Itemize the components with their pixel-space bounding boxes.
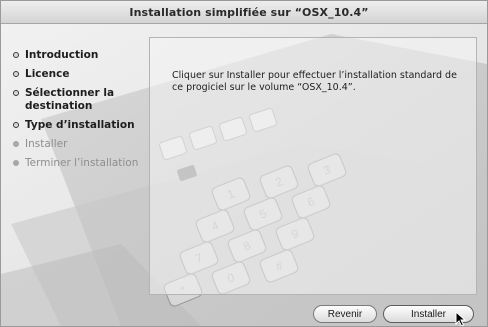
step-bullet-icon — [13, 90, 19, 96]
steps-sidebar: Introduction Licence Sélectionner la des… — [11, 49, 146, 176]
step-label: Type d’installation — [25, 119, 135, 131]
step-introduction: Introduction — [11, 49, 146, 62]
step-bullet-icon — [13, 52, 19, 58]
step-bullet-icon — [13, 160, 19, 166]
step-bullet-icon — [13, 71, 19, 77]
mouse-pointer-icon — [455, 311, 467, 326]
step-licence: Licence — [11, 68, 146, 81]
step-label: Licence — [25, 68, 70, 80]
window-title: Installation simplifiée sur “OSX_10.4” — [129, 6, 369, 19]
step-install: Installer — [11, 138, 146, 151]
step-bullet-icon — [13, 122, 19, 128]
step-finish: Terminer l’installation — [11, 157, 146, 170]
step-select-destination: Sélectionner la destination — [11, 87, 146, 113]
step-label: Installer — [25, 138, 68, 150]
step-label: Terminer l’installation — [25, 157, 139, 169]
content-panel: Cliquer sur Installer pour effectuer l’i… — [149, 37, 477, 295]
back-button[interactable]: Revenir — [313, 305, 377, 323]
install-message: Cliquer sur Installer pour effectuer l’i… — [172, 70, 457, 93]
step-label: Introduction — [25, 49, 99, 61]
installer-window: Installation simplifiée sur “OSX_10.4” I… — [0, 0, 488, 327]
step-bullet-icon — [13, 141, 19, 147]
step-label: Sélectionner la destination — [25, 87, 115, 112]
title-bar[interactable]: Installation simplifiée sur “OSX_10.4” — [1, 1, 487, 24]
step-installation-type: Type d’installation — [11, 119, 146, 132]
